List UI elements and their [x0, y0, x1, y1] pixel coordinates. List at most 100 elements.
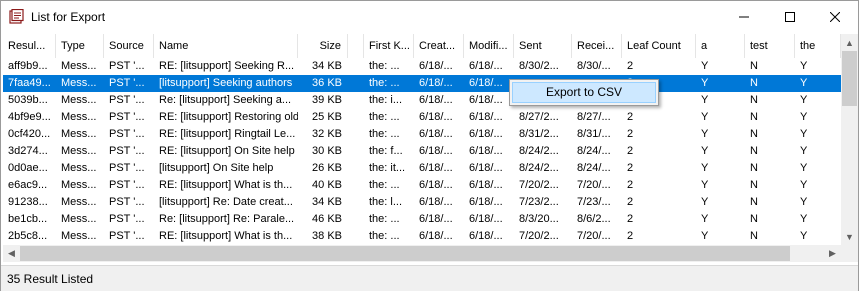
table-row[interactable]: 0cf420... Mess... PST '... RE: [litsupport]…: [3, 126, 841, 143]
context-menu: Export to CSV: [509, 79, 659, 106]
table-row[interactable]: be1cb... Mess... PST '... Re: [litsupport] …: [3, 211, 841, 228]
column-header-the[interactable]: the: [795, 34, 841, 58]
cell-result-id: 4bf9e9...: [8, 111, 51, 123]
cell-a: Y: [701, 145, 709, 157]
cell-created: 6/18/...: [419, 128, 453, 140]
cell-result-id: e6ac9...: [8, 179, 48, 191]
table-row[interactable]: 4bf9e9... Mess... PST '... RE: [litsupport]…: [3, 109, 841, 126]
scroll-down-arrow-icon[interactable]: ▼: [841, 228, 858, 245]
column-header-sent[interactable]: Sent: [514, 34, 572, 58]
maximize-button[interactable]: [767, 1, 813, 32]
title-bar[interactable]: List for Export: [1, 1, 858, 32]
horizontal-scrollbar[interactable]: ◀ ▶: [3, 245, 841, 262]
cell-result-id: 91238...: [8, 196, 48, 208]
cell-sent: 8/24/2...: [519, 162, 559, 174]
cell-type: Mess...: [61, 77, 97, 89]
cell-result-id: be1cb...: [8, 213, 48, 225]
cell-a: Y: [701, 162, 709, 174]
cell-leaf-count: 2: [627, 196, 634, 208]
cell-size: 38 KB: [312, 230, 342, 242]
column-header-test[interactable]: test: [745, 34, 795, 58]
cell-modified: 6/18/...: [469, 145, 503, 157]
table-row[interactable]: aff9b9... Mess... PST '... RE: [litsupport]…: [3, 58, 841, 75]
table-row[interactable]: e6ac9... Mess... PST '... RE: [litsupport] …: [3, 177, 841, 194]
vertical-scroll-thumb[interactable]: [842, 51, 857, 106]
cell-name: RE: [litsupport] Restoring old f...: [159, 111, 298, 123]
cell-a: Y: [701, 196, 709, 208]
cell-the: Y: [800, 230, 808, 242]
table-row[interactable]: 0d0ae... Mess... PST '... [litsupport] On S…: [3, 160, 841, 177]
horizontal-scroll-thumb[interactable]: [20, 246, 790, 261]
cell-result-id: 3d274...: [8, 145, 48, 157]
cell-created: 6/18/...: [419, 179, 453, 191]
cell-modified: 6/18/...: [469, 162, 503, 174]
cell-source: PST '...: [109, 179, 145, 191]
column-header-a[interactable]: a: [696, 34, 745, 58]
cell-modified: 6/18/...: [469, 128, 503, 140]
table-row[interactable]: 2b5c8... Mess... PST '... RE: [litsupport] …: [3, 228, 841, 245]
cell-blank: [348, 109, 364, 126]
cell-name: Re: [litsupport] Re: Parale...: [159, 213, 295, 225]
vertical-scrollbar[interactable]: ▲ ▼: [841, 34, 858, 245]
column-header-name[interactable]: Name: [154, 34, 298, 58]
cell-created: 6/18/...: [419, 94, 453, 106]
cell-size: 26 KB: [312, 162, 342, 174]
column-header-created[interactable]: Creat...: [414, 34, 464, 58]
cell-blank: [348, 211, 364, 228]
cell-type: Mess...: [61, 162, 97, 174]
cell-received: 8/24/...: [577, 145, 611, 157]
cell-modified: 6/18/...: [469, 111, 503, 123]
cell-type: Mess...: [61, 179, 97, 191]
scroll-up-arrow-icon[interactable]: ▲: [841, 34, 858, 51]
table-row[interactable]: 91238... Mess... PST '... [litsupport] Re: …: [3, 194, 841, 211]
cell-test: N: [750, 128, 758, 140]
column-header-blank[interactable]: [348, 34, 364, 58]
cell-the: Y: [800, 60, 808, 72]
cell-leaf-count: 2: [627, 213, 634, 225]
column-header-received[interactable]: Recei...: [572, 34, 622, 58]
column-header-result-id[interactable]: Resul...: [3, 34, 56, 58]
cell-test: N: [750, 111, 758, 123]
column-header-leaf-count[interactable]: Leaf Count: [622, 34, 696, 58]
scroll-right-arrow-icon[interactable]: ▶: [824, 245, 841, 262]
cell-first-keyword: the: i...: [369, 94, 403, 106]
cell-the: Y: [800, 128, 808, 140]
cell-sent: 7/23/2...: [519, 196, 559, 208]
column-header-size[interactable]: Size: [298, 34, 348, 58]
cell-blank: [348, 92, 364, 109]
table-row[interactable]: 3d274... Mess... PST '... RE: [litsupport] …: [3, 143, 841, 160]
cell-blank: [348, 75, 364, 92]
column-header-modified[interactable]: Modifi...: [464, 34, 514, 58]
column-header-type[interactable]: Type: [56, 34, 104, 58]
cell-blank: [348, 143, 364, 160]
cell-created: 6/18/...: [419, 111, 453, 123]
cell-a: Y: [701, 230, 709, 242]
cell-sent: 7/20/2...: [519, 230, 559, 242]
cell-source: PST '...: [109, 145, 145, 157]
cell-a: Y: [701, 128, 709, 140]
column-header-source[interactable]: Source: [104, 34, 154, 58]
table-row[interactable]: 5039b... Mess... PST '... Re: [litsupport] …: [3, 92, 841, 109]
scroll-left-arrow-icon[interactable]: ◀: [3, 245, 20, 262]
export-to-csv-menu-item[interactable]: Export to CSV: [512, 82, 656, 103]
minimize-icon: [739, 16, 749, 17]
cell-test: N: [750, 196, 758, 208]
cell-the: Y: [800, 111, 808, 123]
minimize-button[interactable]: [721, 1, 767, 32]
cell-a: Y: [701, 213, 709, 225]
cell-first-keyword: the: ...: [369, 111, 400, 123]
cell-received: 8/24/...: [577, 162, 611, 174]
cell-test: N: [750, 145, 758, 157]
results-list[interactable]: Resul... Type Source Name Size First K... Crea…: [3, 34, 841, 245]
cell-blank: [348, 126, 364, 143]
cell-a: Y: [701, 77, 709, 89]
close-button[interactable]: [812, 1, 858, 32]
cell-the: Y: [800, 162, 808, 174]
column-header-first-keyword[interactable]: First K...: [364, 34, 414, 58]
table-row[interactable]: 7faa49... Mess... PST '... [litsupport] See…: [3, 75, 841, 92]
cell-created: 6/18/...: [419, 145, 453, 157]
cell-the: Y: [800, 196, 808, 208]
cell-source: PST '...: [109, 213, 145, 225]
cell-sent: 8/31/2...: [519, 128, 559, 140]
cell-sent: 8/30/2...: [519, 60, 559, 72]
